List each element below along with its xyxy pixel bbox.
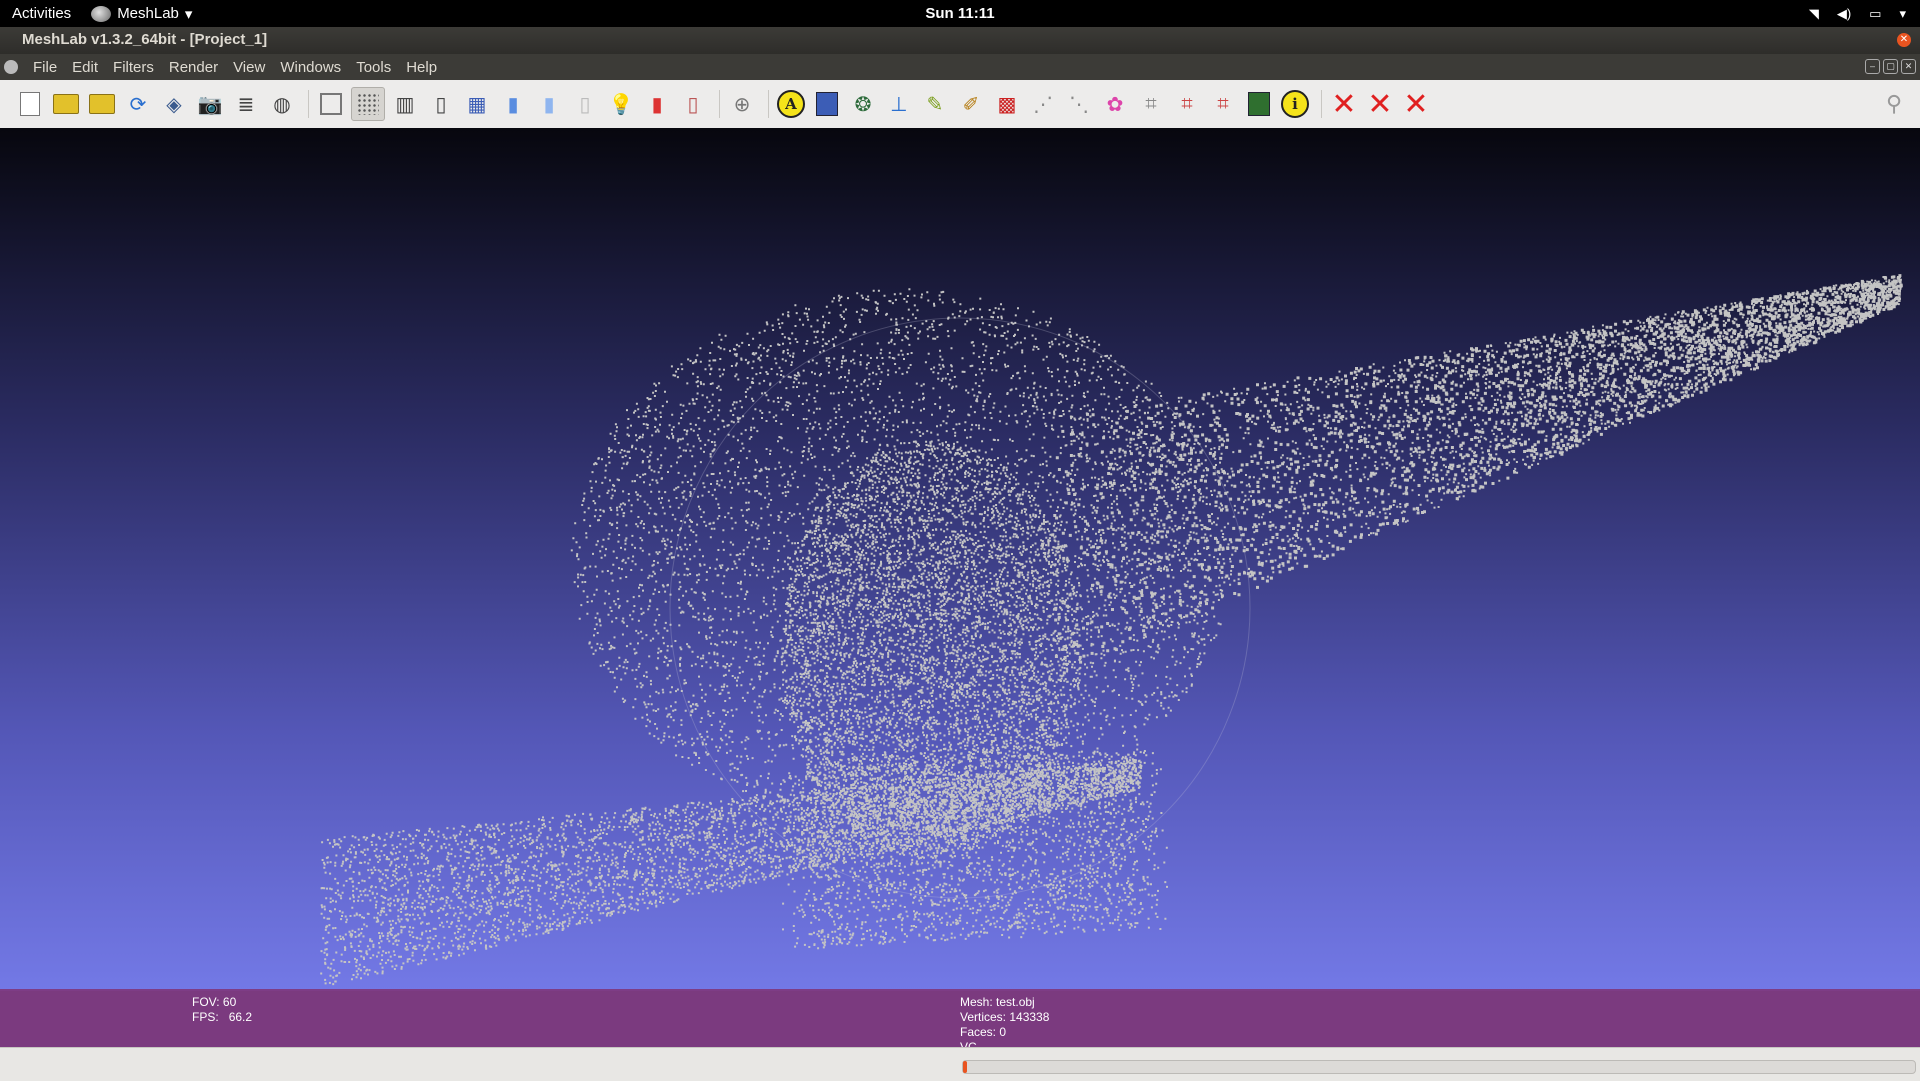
app-menu-label: MeshLab (117, 5, 179, 22)
clock[interactable]: Sun 11:11 (925, 5, 994, 22)
faces-count: Faces: 0 (960, 1025, 1007, 1039)
menu-tools[interactable]: Tools (356, 57, 391, 78)
fps-value: 66.2 (228, 1010, 253, 1024)
progress-bar (962, 1060, 1916, 1074)
layers-icon[interactable]: ≣ (230, 88, 262, 120)
mesh-info: Mesh: test.obj Vertices: 143338 Faces: 0… (960, 995, 1049, 1055)
paint-icon[interactable]: ✎ (919, 88, 951, 120)
menu-arrow-icon[interactable]: ▾ (1899, 6, 1906, 22)
chevron-down-icon: ▾ (184, 5, 193, 23)
smooth-icon[interactable]: ▮ (533, 88, 565, 120)
point-cloud-points (320, 274, 1903, 986)
system-tray[interactable]: ◥ ◀) ▭ ▾ (1809, 6, 1906, 22)
brush-icon[interactable]: ✐ (955, 88, 987, 120)
point-cloud-render (320, 274, 1903, 986)
sphere-map-icon[interactable]: ❂ (847, 88, 879, 120)
toolbar-separator (719, 90, 720, 118)
backface-icon[interactable]: ▯ (677, 88, 709, 120)
fps-row: FPS: 66.2 (192, 1010, 252, 1025)
menu-bar: File Edit Filters Render View Windows To… (0, 54, 1920, 80)
reload-icon[interactable]: ⟳ (122, 88, 154, 120)
menu-view[interactable]: View (233, 57, 265, 78)
trackball-guide (669, 317, 1251, 899)
select-vertices-icon[interactable]: ⋰ (1027, 88, 1059, 120)
wireframe-icon[interactable]: ▥ (389, 88, 421, 120)
new-icon[interactable] (14, 88, 46, 120)
volume-icon[interactable]: ◀) (1837, 6, 1851, 22)
menu-help[interactable]: Help (406, 57, 437, 78)
sphere-icon[interactable]: ◍ (266, 88, 298, 120)
app-menu[interactable]: MeshLab ▾ (91, 5, 192, 23)
restore-icon[interactable]: ▢ (1883, 59, 1898, 74)
close-window-button[interactable]: ✕ (1897, 33, 1911, 47)
minimize-icon[interactable]: – (1865, 59, 1880, 74)
flat-icon[interactable]: ▮ (497, 88, 529, 120)
toolbar-separator (308, 90, 309, 118)
battery-icon[interactable]: ▭ (1869, 6, 1881, 22)
light-icon[interactable]: 💡 (605, 88, 637, 120)
window-title-bar: MeshLab v1.3.2_64bit - [Project_1] ✕ (0, 27, 1920, 54)
align-icon[interactable]: ⋱ (1063, 88, 1095, 120)
main-toolbar: ⟳ ◈ 📷 ≣ ◍ ▥ ▯ ▦ ▮ ▮ ▯ 💡 ▮ ▯ ⊕ A ❂ ⊥ ✎ ✐ … (0, 80, 1920, 129)
activities-button[interactable]: Activities (12, 5, 71, 22)
window-title: MeshLab v1.3.2_64bit - [Project_1] (22, 31, 268, 48)
toolbar-separator (768, 90, 769, 118)
mesh-name: Mesh: test.obj (960, 995, 1035, 1009)
delete-vertices-icon[interactable]: ⌗ (1207, 88, 1239, 120)
trackball-icon[interactable]: ⊕ (726, 88, 758, 120)
3d-viewport[interactable] (0, 128, 1920, 991)
delete-faces-icon[interactable]: ⌗ (1171, 88, 1203, 120)
connected-icon[interactable]: ⌗ (1135, 88, 1167, 120)
annotation-icon[interactable]: A (775, 88, 807, 120)
wifi-icon[interactable]: ◥ (1809, 6, 1819, 22)
system-top-bar: Activities MeshLab ▾ Sun 11:11 ◥ ◀) ▭ ▾ (0, 0, 1920, 27)
info-icon[interactable]: i (1279, 88, 1311, 120)
measure-icon[interactable]: ⊥ (883, 88, 915, 120)
menu-windows[interactable]: Windows (280, 57, 341, 78)
snapshot-icon[interactable]: 📷 (194, 88, 226, 120)
shader-icon[interactable] (811, 88, 843, 120)
window-menu-icon[interactable] (4, 60, 18, 74)
vertices-count: Vertices: 143338 (960, 1010, 1050, 1024)
color-icon[interactable]: ✿ (1099, 88, 1131, 120)
hidden-lines-icon[interactable]: ▯ (425, 88, 457, 120)
toolbar-separator (1321, 90, 1322, 118)
fov-label: FOV: 60 (192, 995, 237, 1009)
menu-filters[interactable]: Filters (113, 57, 154, 78)
info-overlay: FOV: 60 FPS: 66.2 Mesh: test.obj Vertice… (0, 989, 1920, 1054)
points-icon[interactable] (351, 87, 385, 121)
cut-icon[interactable]: ✕ (1400, 88, 1432, 121)
save-icon[interactable]: ◈ (158, 88, 190, 120)
bbox-icon[interactable] (315, 88, 347, 120)
progress-fill (963, 1061, 967, 1073)
delete-all-icon[interactable]: ✕ (1364, 88, 1396, 121)
texture-icon[interactable]: ▯ (569, 88, 601, 120)
open-project-icon[interactable] (50, 88, 82, 120)
menu-file[interactable]: File (33, 57, 57, 78)
open-mesh-icon[interactable] (86, 88, 118, 120)
search-icon[interactable]: ⚲ (1878, 88, 1910, 120)
meshlab-logo-icon (91, 5, 112, 22)
fps-label: FPS: (192, 1010, 219, 1024)
menu-render[interactable]: Render (169, 57, 218, 78)
view-info: FOV: 60 FPS: 66.2 (192, 995, 252, 1025)
select-faces-icon[interactable]: ▩ (991, 88, 1023, 120)
status-bar (0, 1047, 1920, 1081)
flat-lines-icon[interactable]: ▦ (461, 88, 493, 120)
menu-edit[interactable]: Edit (72, 57, 98, 78)
delete-icon[interactable]: ✕ (1328, 88, 1360, 121)
fancy-lighting-icon[interactable]: ▮ (641, 88, 673, 120)
mdi-window-controls: – ▢ ✕ (1865, 59, 1916, 74)
close-icon[interactable]: ✕ (1901, 59, 1916, 74)
render-view-icon[interactable] (1243, 88, 1275, 120)
